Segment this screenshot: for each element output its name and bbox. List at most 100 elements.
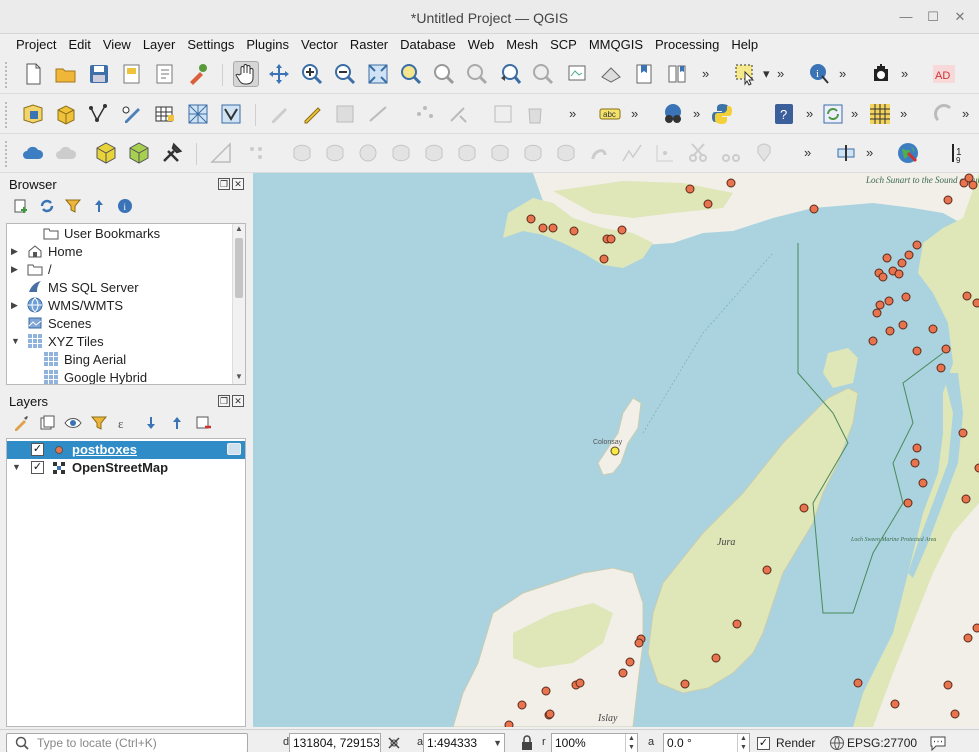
crs-label[interactable]: EPSG:27700 — [847, 736, 917, 750]
scale-combo[interactable]: 1:494333 ▼ — [423, 733, 505, 752]
split-features-icon[interactable] — [520, 140, 546, 166]
menu-processing[interactable]: Processing — [649, 34, 725, 56]
zoom-to-layer-icon[interactable] — [431, 61, 457, 87]
delete-ring-icon[interactable] — [388, 140, 414, 166]
toolbar-overflow-icon[interactable]: » — [806, 106, 813, 121]
manage-visibility-icon[interactable] — [62, 413, 84, 433]
filter-legend-icon[interactable] — [88, 413, 110, 433]
menu-layer[interactable]: Layer — [137, 34, 182, 56]
menu-plugins[interactable]: Plugins — [240, 34, 295, 56]
cloud-icon[interactable] — [20, 140, 46, 166]
messages-icon[interactable] — [929, 735, 947, 752]
processing-cube-icon[interactable] — [93, 140, 119, 166]
menu-raster[interactable]: Raster — [344, 34, 394, 56]
toolbar-grip[interactable] — [5, 62, 9, 88]
close-icon[interactable]: ✕ — [952, 9, 968, 25]
browser-item-scenes[interactable]: Scenes — [7, 314, 231, 332]
toolbar-grip[interactable] — [5, 141, 9, 167]
menu-help[interactable]: Help — [725, 34, 764, 56]
zoom-last-icon[interactable] — [497, 61, 523, 87]
maximize-icon[interactable]: ☐ — [925, 9, 941, 25]
browser-item-xyz-tiles[interactable]: ▼ XYZ Tiles — [7, 332, 231, 350]
paste-icon[interactable] — [751, 140, 777, 166]
processing-model-icon[interactable] — [126, 140, 152, 166]
layer-visibility-checkbox[interactable]: ✓ — [31, 461, 44, 474]
trash-icon[interactable] — [522, 101, 548, 127]
zoom-in-icon[interactable] — [299, 61, 325, 87]
menu-project[interactable]: Project — [10, 34, 62, 56]
select-dropdown-icon[interactable]: ▾ — [763, 66, 769, 82]
browser-item-bing-aerial[interactable]: Bing Aerial — [7, 350, 231, 368]
chevron-down-icon[interactable]: ▼ — [493, 734, 502, 752]
zoom-out-icon[interactable] — [332, 61, 358, 87]
collapse-all-icon[interactable] — [166, 413, 188, 433]
expand-all-icon[interactable] — [140, 413, 162, 433]
grid-plugin-icon[interactable] — [867, 101, 893, 127]
add-ring-icon[interactable] — [289, 140, 315, 166]
menu-database[interactable]: Database — [394, 34, 462, 56]
save-edits-icon[interactable] — [332, 101, 358, 127]
browser-item-google-hybrid[interactable]: Google Hybrid — [7, 368, 231, 384]
fill-ring-icon[interactable] — [322, 140, 348, 166]
render-checkbox[interactable]: ✓ — [757, 737, 770, 750]
minimize-icon[interactable]: — — [898, 9, 914, 25]
remove-layer-icon[interactable] — [192, 413, 214, 433]
scroll-thumb[interactable] — [235, 238, 243, 298]
map-svg[interactable]: Loch Sunart to the Sound of Jura Marine … — [253, 173, 979, 727]
refresh-icon[interactable] — [36, 196, 58, 216]
spin-arrows-icon[interactable]: ▲ ▼ — [625, 734, 637, 752]
filter-icon[interactable] — [62, 196, 84, 216]
move-feature-icon[interactable] — [445, 101, 471, 127]
show-bookmarks-icon[interactable] — [664, 61, 690, 87]
menu-scp[interactable]: SCP — [544, 34, 583, 56]
lock-icon[interactable] — [520, 735, 534, 752]
layer-row-openstreetmap[interactable]: ▼ ✓ OpenStreetMap — [7, 459, 245, 477]
new-bookmark-icon[interactable] — [631, 61, 657, 87]
crs-globe-icon[interactable] — [829, 735, 845, 752]
zoom-native-icon[interactable] — [464, 61, 490, 87]
coordinate-field[interactable]: 131804, 729153 — [289, 733, 381, 752]
collapse-all-icon[interactable] — [88, 196, 110, 216]
locator-widget-icon[interactable] — [833, 140, 859, 166]
zoom-to-selection-icon[interactable] — [398, 61, 424, 87]
north-arrow-icon[interactable]: 19 — [945, 140, 971, 166]
measure-icon[interactable] — [208, 140, 234, 166]
collapse-arrow-icon[interactable]: ▼ — [12, 462, 21, 472]
menu-web[interactable]: Web — [462, 34, 501, 56]
vertex-tool-icon[interactable] — [412, 101, 438, 127]
browser-item-user-bookmarks[interactable]: User Bookmarks — [7, 224, 231, 242]
coordinate-toggle-icon[interactable] — [386, 735, 402, 752]
close-panel-icon[interactable]: ✕ — [232, 178, 244, 190]
toolbar-grip[interactable] — [5, 102, 9, 128]
layer-visibility-checkbox[interactable]: ✓ — [31, 443, 44, 456]
reshape-icon[interactable] — [454, 140, 480, 166]
cut-icon[interactable] — [685, 140, 711, 166]
toolbar-overflow-icon[interactable]: » — [901, 66, 908, 81]
digitize-line-icon[interactable] — [365, 101, 391, 127]
browser-item-home[interactable]: ▶ Home — [7, 242, 231, 260]
identify-features-icon[interactable]: i — [806, 61, 832, 87]
map-canvas[interactable]: Loch Sunart to the Sound of Jura Marine … — [253, 173, 979, 727]
delete-part-icon[interactable] — [421, 140, 447, 166]
menu-settings[interactable]: Settings — [181, 34, 240, 56]
edits-icon[interactable] — [266, 101, 292, 127]
add-virtual-layer-icon[interactable] — [218, 101, 244, 127]
style-manager-icon[interactable] — [185, 61, 211, 87]
menu-mesh[interactable]: Mesh — [500, 34, 544, 56]
menu-mmqgis[interactable]: MMQGIS — [583, 34, 649, 56]
properties-info-icon[interactable]: i — [114, 196, 136, 216]
scroll-up-icon[interactable]: ▲ — [233, 224, 245, 236]
spin-arrows-icon[interactable]: ▲ ▼ — [737, 734, 749, 752]
offset-curve-icon[interactable] — [487, 140, 513, 166]
menu-edit[interactable]: Edit — [62, 34, 96, 56]
refresh-data-icon[interactable] — [820, 101, 846, 127]
locator-search-input[interactable]: Type to locate (Ctrl+K) — [6, 733, 248, 752]
add-part-icon[interactable] — [355, 140, 381, 166]
expand-arrow-icon[interactable]: ▶ — [11, 300, 21, 311]
menu-vector[interactable]: Vector — [295, 34, 344, 56]
copy-icon[interactable] — [718, 140, 744, 166]
ad-plugin-icon[interactable]: AD — [931, 61, 957, 87]
add-point-icon[interactable] — [243, 140, 269, 166]
new-3d-map-icon[interactable] — [598, 61, 624, 87]
close-panel-icon[interactable]: ✕ — [232, 395, 244, 407]
